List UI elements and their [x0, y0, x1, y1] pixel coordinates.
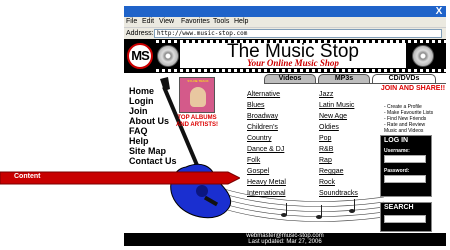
menu-favorites[interactable]: Favorites: [181, 17, 210, 27]
genre-link[interactable]: Broadway: [247, 113, 278, 120]
address-label: Address:: [126, 30, 154, 37]
genre-link[interactable]: Soundtracks: [319, 190, 358, 197]
search-box: SEARCH: [380, 202, 432, 232]
nav-faq[interactable]: FAQ: [129, 126, 148, 136]
menu-tools[interactable]: Tools: [213, 17, 229, 27]
address-input[interactable]: http://www.music-stop.com: [154, 29, 442, 38]
genre-link[interactable]: Gospel: [247, 168, 269, 175]
close-button[interactable]: X: [433, 6, 445, 17]
genre-link[interactable]: Rap: [319, 157, 332, 164]
genre-link[interactable]: International: [247, 190, 286, 197]
genre-link[interactable]: Heavy Metal: [247, 179, 286, 186]
promo-text[interactable]: TOP ALBUMS AND ARTISTS!: [171, 115, 223, 129]
nav-home[interactable]: Home: [129, 86, 154, 96]
browser-window: X File Edit View Favorites Tools Help Ad…: [124, 6, 446, 246]
nav-help[interactable]: Help: [129, 136, 149, 146]
genre-link[interactable]: Alternative: [247, 91, 280, 98]
password-label: Password:: [384, 168, 410, 174]
content-annotation-label: Content: [14, 173, 41, 180]
web-page: MS The Music Stop Your Online Music Shop…: [124, 39, 446, 246]
login-title: LOG IN: [384, 137, 409, 144]
genre-link[interactable]: Dance & DJ: [247, 146, 284, 153]
nav-contact-us[interactable]: Contact Us: [129, 156, 177, 166]
search-input[interactable]: [384, 215, 426, 223]
search-title: SEARCH: [384, 204, 414, 211]
genre-link[interactable]: Children's: [247, 124, 278, 131]
genre-link[interactable]: Country: [247, 135, 272, 142]
genre-link[interactable]: Rock: [319, 179, 335, 186]
genre-link[interactable]: Reggae: [319, 168, 344, 175]
genre-link[interactable]: Folk: [247, 157, 260, 164]
username-label: Username:: [384, 148, 410, 154]
album-cover[interactable]: SYLVIE TRACK: [179, 77, 215, 113]
nav-about-us[interactable]: About Us: [129, 116, 169, 126]
genre-link[interactable]: Latin Music: [319, 102, 354, 109]
list-item: Music and Videos: [384, 128, 424, 134]
menu-view[interactable]: View: [159, 17, 174, 27]
menu-edit[interactable]: Edit: [142, 17, 154, 27]
menu-bar: File Edit View Favorites Tools Help: [124, 17, 446, 27]
nav-login[interactable]: Login: [129, 96, 154, 106]
menu-file[interactable]: File: [126, 17, 137, 27]
genre-link[interactable]: Jazz: [319, 91, 333, 98]
nav-join[interactable]: Join: [129, 106, 148, 116]
genre-link[interactable]: Pop: [319, 135, 331, 142]
menu-help[interactable]: Help: [234, 17, 248, 27]
footer: webmaster@music-stop.com Last updated: M…: [124, 233, 446, 246]
browser-titlebar: X: [124, 6, 446, 17]
login-box: LOG IN Username: Password:: [380, 135, 432, 197]
footer-updated: Last updated: Mar 27, 2006: [248, 239, 322, 245]
genre-link[interactable]: Oldies: [319, 124, 339, 131]
album-portrait: [190, 87, 206, 107]
join-benefits-list: - Create a Profile - Make Favourite List…: [384, 104, 446, 134]
nav-site-map[interactable]: Site Map: [129, 146, 166, 156]
address-bar: Address: http://www.music-stop.com: [124, 27, 446, 39]
album-caption: SYLVIE TRACK: [187, 79, 209, 83]
join-title[interactable]: JOIN AND SHARE!!: [380, 84, 446, 93]
genre-link[interactable]: Blues: [247, 102, 265, 109]
genre-link[interactable]: New Age: [319, 113, 347, 120]
genre-link[interactable]: R&B: [319, 146, 333, 153]
password-field[interactable]: [384, 175, 426, 183]
username-field[interactable]: [384, 155, 426, 163]
